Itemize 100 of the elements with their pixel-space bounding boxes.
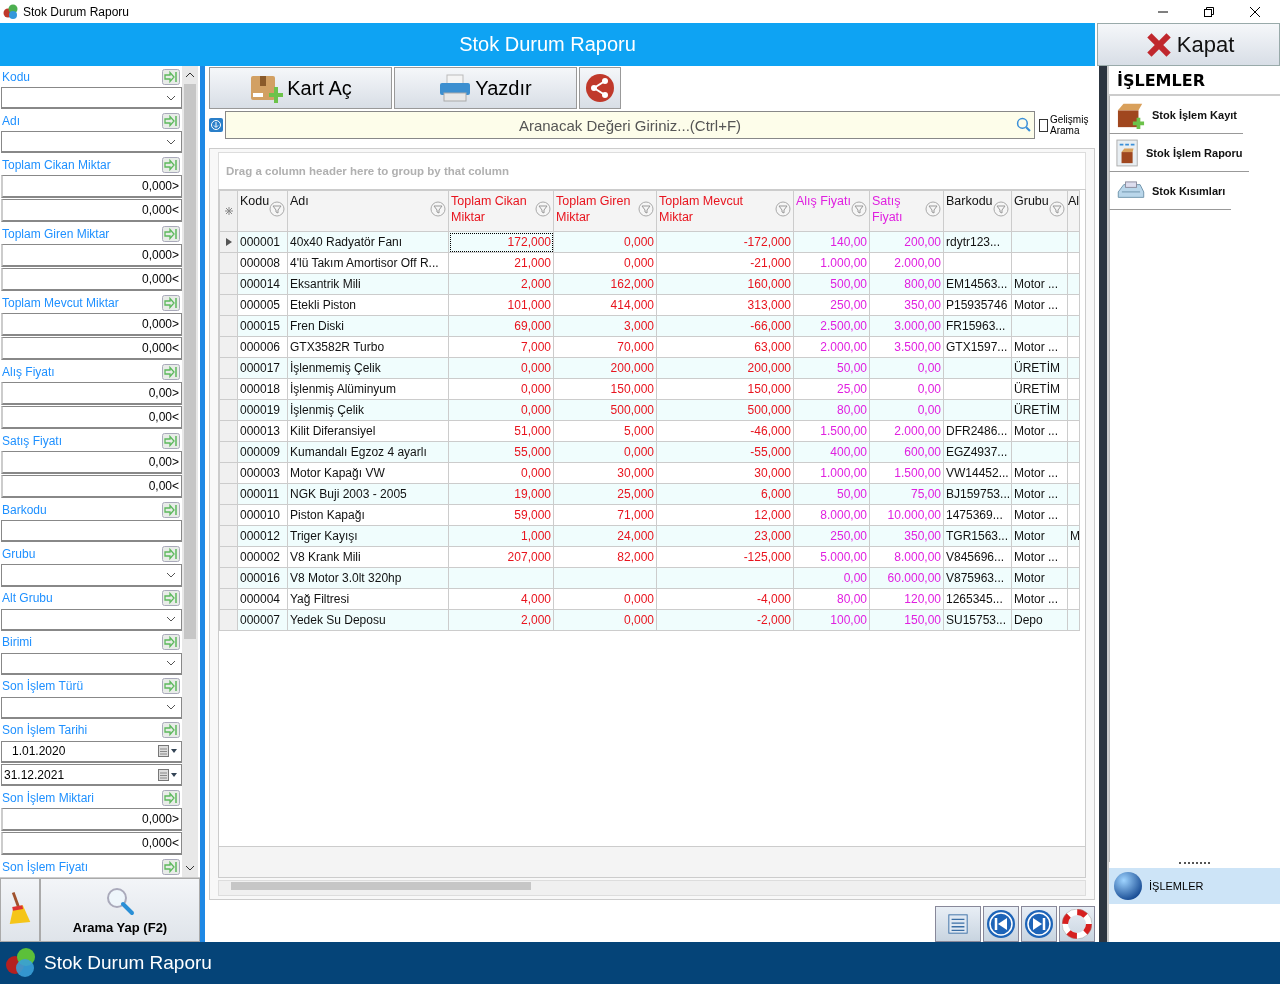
input-field[interactable]: 0,00> [1,451,182,475]
download-icon[interactable] [209,118,223,132]
table-cell: -46,000 [750,424,791,438]
column-header[interactable]: Satış Fiyatı [869,190,944,232]
input-field[interactable]: 0,000< [1,337,182,361]
app-logo-icon [4,946,38,980]
calendar-icon[interactable] [157,745,179,758]
combo-field[interactable] [1,652,182,675]
filter-icon[interactable] [269,201,286,217]
column-header[interactable]: Grubu [1011,190,1068,232]
table-cell: 000017 [240,361,281,375]
filter-label: Alt Grubu [2,591,53,605]
resize-grip[interactable] [1179,862,1210,866]
filter-icon[interactable] [638,201,654,217]
calendar-icon[interactable] [157,768,179,781]
chevron-down-icon[interactable] [166,704,176,711]
filter-icon[interactable] [851,201,867,217]
table-cell: Motor ... [1014,550,1058,564]
chevron-down-icon[interactable] [166,660,176,667]
filter-icon[interactable] [430,201,446,217]
combo-field[interactable] [1,696,182,719]
column-header[interactable]: Toplam Giren Miktar [553,190,657,232]
combo-field[interactable] [1,564,182,587]
table-cell: 2.500,00 [820,319,867,333]
table-cell: 000005 [240,298,281,312]
clear-button[interactable] [0,878,40,942]
chevron-down-icon[interactable] [166,571,176,578]
column-header[interactable]: Toplam Cikan Miktar [448,190,554,232]
date-field[interactable]: 1.01.2020 [1,740,182,763]
open-card-button[interactable]: Kart Aç [209,67,392,109]
combo-field[interactable] [1,87,182,110]
column-header[interactable]: Alış Fiyatı [793,190,870,232]
action-item[interactable]: Stok İşlem Kayıt [1109,96,1243,134]
scroll-down-icon[interactable] [185,865,195,871]
globe-icon[interactable] [1113,871,1143,901]
print-button[interactable]: Yazdır [394,67,577,109]
input-field[interactable]: 0,000< [1,832,182,856]
close-button[interactable]: Kapat [1097,23,1280,66]
table-cell: EGZ4937... [946,445,1008,459]
table-cell: 000006 [240,340,281,354]
table-cell: 2,000 [520,277,551,291]
input-field[interactable]: 0,000> [1,808,182,832]
column-header[interactable]: Adı [287,190,449,232]
scroll-up-icon[interactable] [185,72,195,78]
column-header[interactable]: Toplam Mevcut Miktar [656,190,794,232]
input-field[interactable]: 0,000< [1,199,182,223]
column-header[interactable]: Barkodu [943,190,1012,232]
input-field[interactable]: 0,00> [1,382,182,406]
input-field[interactable]: 0,000> [1,244,182,268]
search-button[interactable]: Arama Yap (F2) [40,878,200,942]
table-cell: Motor ... [1014,424,1058,438]
close-icon[interactable] [1250,6,1260,17]
report-icon[interactable] [1116,138,1140,167]
share-button[interactable] [579,67,621,109]
action-item[interactable]: Stok Kısımları [1109,172,1232,210]
list-view-button[interactable] [935,906,981,942]
combo-field[interactable] [1,608,182,631]
search-icon[interactable] [1016,117,1031,132]
scrollbar[interactable] [218,880,1086,896]
combo-field[interactable] [1,131,182,154]
printer-icon[interactable] [439,74,472,102]
input-field[interactable] [1,520,182,543]
filter-icon[interactable] [535,201,551,217]
list-icon[interactable] [947,913,969,935]
table-cell: Yağ Filtresi [290,592,350,606]
table-cell: 51,000 [514,424,551,438]
chevron-down-icon[interactable] [166,616,176,623]
input-field[interactable]: 0,00< [1,475,182,499]
chevron-down-icon[interactable] [166,94,176,101]
table-cell: 1.000,00 [820,256,867,270]
input-field[interactable]: 0,000> [1,313,182,337]
nav-item[interactable]: İŞLEMLER [1109,868,1280,904]
filter-icon[interactable] [775,201,791,217]
table-cell: 4,000 [520,592,551,606]
search-icon[interactable] [105,885,135,916]
table-cell: Motor [1014,571,1045,585]
table-cell: 25,00 [836,382,867,396]
box-add-icon[interactable] [249,73,284,103]
search-field[interactable]: Aranacak Değeri Giriniz...(Ctrl+F) [225,111,1035,139]
action-item[interactable]: Stok İşlem Raporu [1109,134,1249,172]
checkbox[interactable] [1039,118,1049,132]
date-field[interactable]: 31.12.2021 [1,763,182,787]
filter-icon[interactable] [1049,201,1065,217]
filter-icon[interactable] [925,201,941,217]
scrollbar[interactable] [182,66,198,877]
share-icon[interactable] [585,73,615,103]
input-field[interactable]: 0,000< [1,268,182,292]
input-field[interactable]: 0,00< [1,406,182,430]
row-indicator[interactable] [219,231,238,253]
filter-label: Alış Fiyatı [2,364,55,379]
filter-icon[interactable] [993,201,1009,217]
chevron-down-icon[interactable] [166,138,176,145]
column-header[interactable]: Kodu [237,190,288,232]
restore-icon[interactable] [1204,6,1214,17]
table-cell: VW14452... [946,466,1009,480]
table-cell: 000015 [240,319,281,333]
cash-register-icon[interactable] [1116,180,1146,201]
table-cell: Motor ... [1014,298,1058,312]
table-cell: 000009 [240,445,281,459]
input-field[interactable]: 0,000> [1,175,182,199]
